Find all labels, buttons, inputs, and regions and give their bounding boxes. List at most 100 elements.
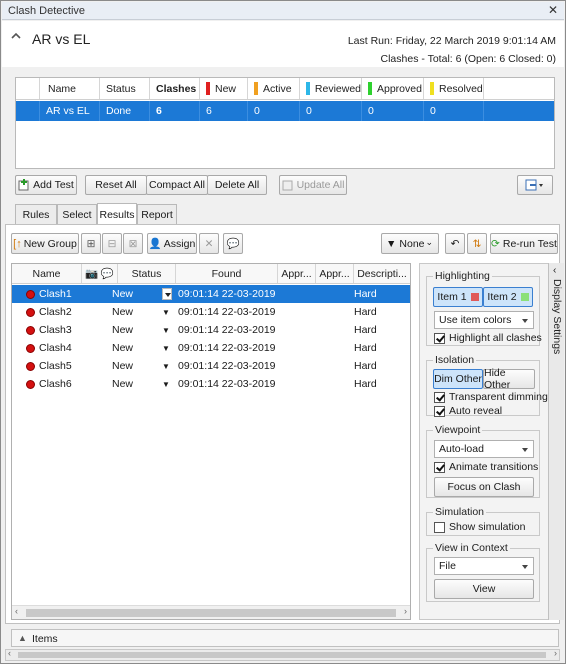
col-icons[interactable]: 📷 💬 <box>82 264 118 283</box>
close-icon[interactable]: ✕ <box>548 3 558 17</box>
animate-transitions-checkbox[interactable]: Animate transitions <box>434 461 538 473</box>
auto-reveal-checkbox[interactable]: Auto reveal <box>434 405 502 417</box>
tab-select[interactable]: Select <box>57 204 97 225</box>
status-dropdown[interactable]: ▼ <box>162 375 174 393</box>
test-row-status: Done <box>100 101 150 121</box>
clash-description: Hard <box>354 378 377 390</box>
add-test-button[interactable]: Add Test <box>15 175 77 195</box>
display-settings-label: Display Settings <box>551 279 563 355</box>
status-dropdown[interactable] <box>162 285 174 303</box>
scroll-left-icon[interactable]: ‹ <box>15 606 18 616</box>
remove-icon: ⊠ <box>128 237 138 250</box>
col-status[interactable]: Status <box>100 78 150 99</box>
col-resolved[interactable]: Resolved <box>424 78 484 99</box>
collapse-chevron-icon[interactable] <box>11 31 21 41</box>
col-name[interactable]: Name <box>40 78 100 99</box>
col-clashes[interactable]: Clashes <box>150 78 200 99</box>
highlight-color-select[interactable]: Use item colors <box>434 311 534 329</box>
item1-button[interactable]: Item 1 <box>433 287 483 307</box>
clash-detective-window: Clash Detective ✕ AR vs EL Last Run: Fri… <box>0 0 566 664</box>
clash-found: 09:01:14 22-03-2019 <box>178 342 276 354</box>
highlight-all-checkbox[interactable]: Highlight all clashes <box>434 332 542 344</box>
status-dropdown[interactable]: ▼ <box>162 321 174 339</box>
view-button[interactable]: View <box>434 579 534 599</box>
panel-horizontal-scrollbar[interactable]: ‹ › <box>5 648 560 661</box>
delete-all-button[interactable]: Delete All <box>207 175 267 195</box>
remove-from-group-button: ⊠ <box>123 233 143 254</box>
rerun-label: Re-run Test <box>502 237 557 250</box>
transparent-dimming-checkbox[interactable]: Transparent dimming <box>434 391 548 403</box>
dropdown-arrow-icon: ▼ <box>162 343 170 353</box>
col-description[interactable]: Descripti... <box>354 264 410 283</box>
status-dropdown[interactable]: ▼ <box>162 303 174 321</box>
clash-row[interactable]: Clash6 New ▼ 09:01:14 22-03-2019 Hard <box>12 375 410 393</box>
col-result-status[interactable]: Status <box>118 264 176 283</box>
test-row-name: AR vs EL <box>40 101 100 121</box>
clash-found: 09:01:14 22-03-2019 <box>178 288 276 300</box>
group-clashes-button[interactable]: ⊞ <box>81 233 101 254</box>
clash-row[interactable]: Clash1 New 09:01:14 22-03-2019 Hard <box>12 285 410 303</box>
new-color-swatch <box>206 82 210 95</box>
tab-results[interactable]: Results <box>97 203 137 225</box>
undo-button[interactable]: ↶ <box>445 233 465 254</box>
context-select[interactable]: File <box>434 557 534 575</box>
sort-button[interactable]: ⇅ <box>467 233 487 254</box>
col-active[interactable]: Active <box>248 78 300 99</box>
clash-name: Clash3 <box>39 324 72 336</box>
col-result-name[interactable]: Name <box>12 264 82 283</box>
tab-rules[interactable]: Rules <box>15 204 57 225</box>
scroll-thumb[interactable] <box>18 652 546 658</box>
col-new[interactable]: New <box>200 78 248 99</box>
ungroup-icon: ⊟ <box>107 237 117 250</box>
clash-status: New <box>112 306 134 318</box>
col-approved[interactable]: Approved <box>362 78 424 99</box>
clash-name-cell: Clash2 <box>26 303 86 321</box>
test-row-active: 0 <box>248 101 300 121</box>
isolation-title: Isolation <box>433 354 477 366</box>
test-row[interactable]: AR vs EL Done 6 6 0 0 0 0 <box>16 101 554 121</box>
tab-report[interactable]: Report <box>137 204 177 225</box>
hide-other-button[interactable]: Hide Other <box>483 367 535 391</box>
comment-button[interactable]: 💬 <box>223 233 243 254</box>
unassign-icon: ✕ <box>204 237 214 250</box>
col-approved-date[interactable]: Appr... <box>316 264 354 283</box>
comment-col-icon: 💬 <box>100 268 114 280</box>
filter-dropdown[interactable]: ▼ None ⌄ <box>381 233 439 254</box>
assign-button[interactable]: 👤 Assign <box>147 233 197 254</box>
rerun-icon: ⟳ <box>491 237 500 250</box>
items-panel[interactable]: ▲ Items <box>11 629 559 647</box>
row-header-cell <box>16 78 40 99</box>
highlight-all-label: Highlight all clashes <box>449 332 542 344</box>
import-export-button[interactable] <box>517 175 553 195</box>
col-result-found[interactable]: Found <box>176 264 278 283</box>
new-group-button[interactable]: [↑ New Group <box>11 233 79 254</box>
status-dropdown[interactable]: ▼ <box>162 357 174 375</box>
rerun-test-button[interactable]: ⟳ Re-run Test <box>490 233 558 254</box>
clash-status: New <box>112 324 134 336</box>
reset-all-button[interactable]: Reset All <box>85 175 147 195</box>
show-simulation-checkbox[interactable]: Show simulation <box>434 521 525 533</box>
dim-other-button[interactable]: Dim Other <box>433 369 483 389</box>
col-approved-by[interactable]: Appr... <box>278 264 316 283</box>
col-reviewed[interactable]: Reviewed <box>300 78 362 99</box>
checkbox-icon <box>434 332 445 344</box>
item1-color-swatch <box>470 293 479 301</box>
display-settings-tab[interactable]: ‹ Display Settings <box>548 263 564 620</box>
compact-all-button[interactable]: Compact All <box>146 175 208 195</box>
clash-row[interactable]: Clash3 New ▼ 09:01:14 22-03-2019 Hard <box>12 321 410 339</box>
assign-icon: 👤 <box>148 238 162 250</box>
item2-button[interactable]: Item 2 <box>483 287 533 307</box>
focus-on-clash-button[interactable]: Focus on Clash <box>434 477 534 497</box>
scroll-thumb[interactable] <box>26 609 396 617</box>
scroll-right-icon[interactable]: › <box>404 606 407 616</box>
results-horizontal-scrollbar[interactable]: ‹ › <box>12 605 410 619</box>
animate-transitions-label: Animate transitions <box>449 461 539 473</box>
clash-row[interactable]: Clash4 New ▼ 09:01:14 22-03-2019 Hard <box>12 339 410 357</box>
status-dropdown[interactable]: ▼ <box>162 339 174 357</box>
chevron-down-icon: ⌄ <box>425 237 433 247</box>
scroll-right-icon[interactable]: › <box>554 648 557 658</box>
clash-row[interactable]: Clash5 New ▼ 09:01:14 22-03-2019 Hard <box>12 357 410 375</box>
viewpoint-select[interactable]: Auto-load <box>434 440 534 458</box>
clash-row[interactable]: Clash2 New ▼ 09:01:14 22-03-2019 Hard <box>12 303 410 321</box>
scroll-left-icon[interactable]: ‹ <box>8 648 11 658</box>
